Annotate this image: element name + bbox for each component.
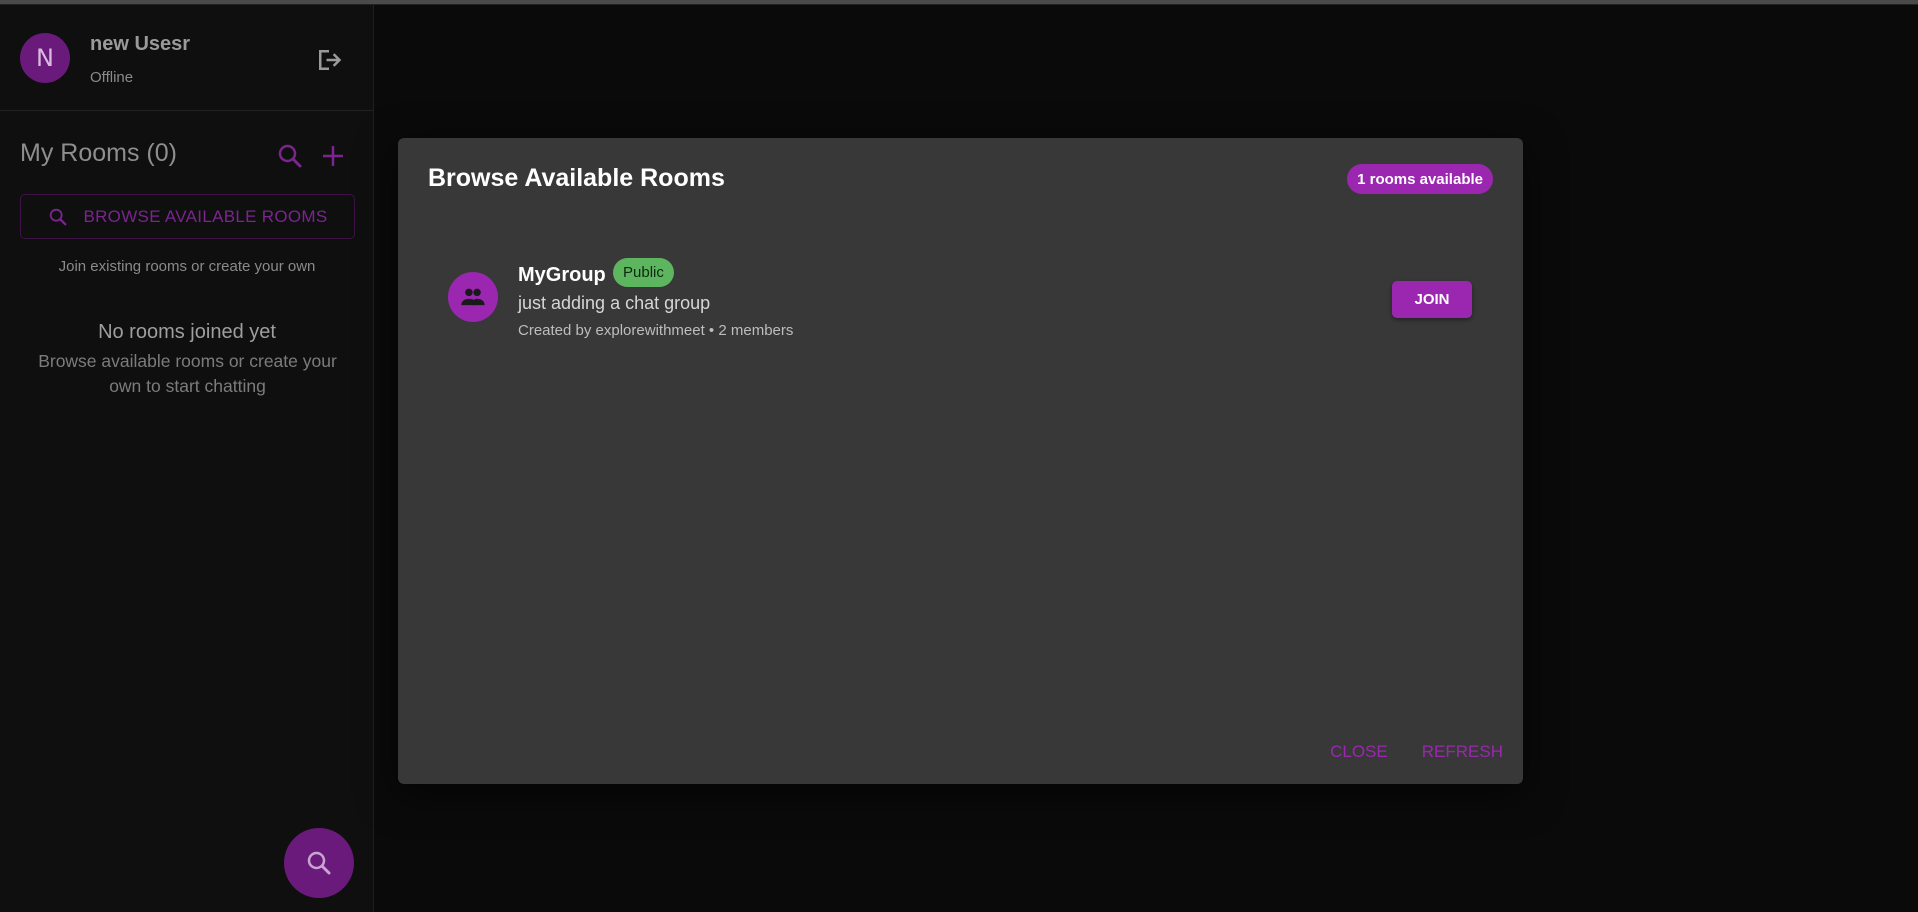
logout-icon <box>319 50 342 70</box>
rooms-count-badge: 1 rooms available <box>1347 164 1493 194</box>
logout-button[interactable] <box>314 45 344 75</box>
add-room-button[interactable] <box>318 141 348 171</box>
dialog-actions: CLOSE REFRESH <box>1330 742 1503 762</box>
browse-rooms-button[interactable]: BROWSE AVAILABLE ROOMS <box>20 194 355 239</box>
room-name: MyGroup <box>518 264 606 286</box>
avatar: N <box>20 33 70 83</box>
refresh-button[interactable]: REFRESH <box>1422 742 1503 762</box>
join-room-button[interactable]: JOIN <box>1392 281 1472 318</box>
user-header: N new Usesr Offline <box>0 5 374 111</box>
room-visibility-badge: Public <box>613 258 674 287</box>
browse-rooms-dialog: Browse Available Rooms 1 rooms available… <box>398 138 1523 784</box>
plus-icon <box>323 146 343 166</box>
close-button[interactable]: CLOSE <box>1330 742 1388 762</box>
empty-state-title: No rooms joined yet <box>98 321 276 343</box>
empty-state-description: Browse available rooms or create your ow… <box>38 351 337 396</box>
search-icon <box>50 208 67 225</box>
user-status: Offline <box>90 69 134 86</box>
user-name: new Usesr <box>90 33 191 55</box>
room-description: just adding a chat group <box>518 293 711 313</box>
group-icon <box>461 288 485 306</box>
search-icon <box>278 144 302 168</box>
browse-rooms-label: BROWSE AVAILABLE ROOMS <box>83 206 328 226</box>
search-fab-button[interactable] <box>284 828 354 898</box>
search-rooms-button[interactable] <box>275 141 305 171</box>
search-icon <box>307 851 331 875</box>
room-avatar <box>448 272 498 322</box>
sidebar: N new Usesr Offline My Rooms (0) BROWSE … <box>0 5 374 912</box>
join-hint: Join existing rooms or create your own <box>58 258 316 275</box>
room-meta: Created by explorewithmeet • 2 members <box>518 322 794 339</box>
rooms-title: My Rooms (0) <box>20 139 177 167</box>
dialog-title: Browse Available Rooms <box>428 164 725 192</box>
